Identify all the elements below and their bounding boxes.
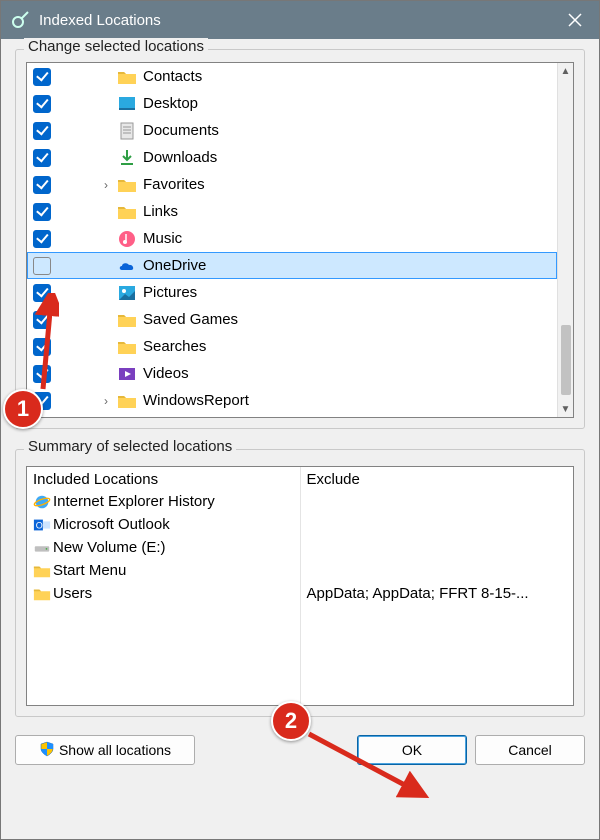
close-button[interactable] xyxy=(551,1,599,39)
included-header: Included Locations xyxy=(33,471,294,488)
tree-item[interactable]: › WindowsReport xyxy=(27,387,557,414)
locations-tree[interactable]: Contacts Desktop Documents Downloads › Favori… xyxy=(26,62,574,418)
included-location[interactable]: Users xyxy=(33,582,294,605)
item-label: Microsoft Outlook xyxy=(53,516,170,533)
tree-item-label: Contacts xyxy=(143,68,202,85)
item-label: Start Menu xyxy=(53,562,126,579)
tree-item-label: Searches xyxy=(143,338,206,355)
checkbox[interactable] xyxy=(33,68,51,86)
pictures-icon xyxy=(117,283,137,303)
show-all-locations-button[interactable]: Show all locations xyxy=(15,735,195,765)
window-title: Indexed Locations xyxy=(39,12,161,29)
music-icon xyxy=(117,229,137,249)
app-icon xyxy=(11,10,31,30)
indexed-locations-dialog: Indexed Locations Change selected locati… xyxy=(0,0,600,840)
folder-icon xyxy=(33,585,51,603)
exclude-header: Exclude xyxy=(307,471,568,488)
chevron-right-icon[interactable]: › xyxy=(99,178,113,192)
tree-item[interactable]: Links xyxy=(27,198,557,225)
tree-item[interactable]: Contacts xyxy=(27,63,557,90)
included-location[interactable]: O Microsoft Outlook xyxy=(33,513,294,536)
item-label: Internet Explorer History xyxy=(53,493,215,510)
scroll-up-icon[interactable]: ▲ xyxy=(558,63,573,79)
exclude-entry xyxy=(307,536,568,559)
annotation-step-2: 2 xyxy=(271,701,311,741)
group-label: Summary of selected locations xyxy=(24,438,236,455)
desktop-icon xyxy=(117,94,137,114)
outlook-icon: O xyxy=(33,516,51,534)
tree-item-label: WindowsReport xyxy=(143,392,249,409)
tree-item[interactable]: Pictures xyxy=(27,279,557,306)
button-label: Show all locations xyxy=(59,742,171,758)
item-label: New Volume (E:) xyxy=(53,539,166,556)
folder-icon xyxy=(117,175,137,195)
exclude-entry xyxy=(307,513,568,536)
tree-item[interactable]: Music xyxy=(27,225,557,252)
checkbox[interactable] xyxy=(33,203,51,221)
folder-icon xyxy=(117,391,137,411)
chevron-right-icon[interactable]: › xyxy=(99,394,113,408)
onedrive-icon xyxy=(117,256,137,276)
folder-icon xyxy=(117,310,137,330)
shield-icon xyxy=(39,741,55,760)
tree-item-label: Downloads xyxy=(143,149,217,166)
item-label: AppData; AppData; FFRT 8-15-... xyxy=(307,585,529,602)
videos-icon xyxy=(117,364,137,384)
tree-item-label: Favorites xyxy=(143,176,205,193)
tree-item[interactable]: Videos xyxy=(27,360,557,387)
summary-group: Summary of selected locations Included L… xyxy=(15,449,585,717)
checkbox[interactable] xyxy=(33,257,51,275)
svg-text:O: O xyxy=(36,520,43,530)
scroll-down-icon[interactable]: ▼ xyxy=(558,401,573,417)
checkbox[interactable] xyxy=(33,149,51,167)
tree-item-label: Saved Games xyxy=(143,311,238,328)
tree-item[interactable]: OneDrive xyxy=(27,252,557,279)
tree-item-label: Documents xyxy=(143,122,219,139)
button-label: Cancel xyxy=(508,742,552,758)
exclude-entry: AppData; AppData; FFRT 8-15-... xyxy=(307,582,568,605)
folder-icon xyxy=(117,67,137,87)
folder-icon xyxy=(117,337,137,357)
tree-item[interactable]: Documents xyxy=(27,117,557,144)
checkbox[interactable] xyxy=(33,176,51,194)
summary-list: Included Locations Internet Explorer His… xyxy=(26,466,574,706)
included-location[interactable]: Internet Explorer History xyxy=(33,490,294,513)
titlebar[interactable]: Indexed Locations xyxy=(1,1,599,39)
annotation-arrow-2 xyxy=(301,726,431,806)
tree-item-label: Videos xyxy=(143,365,189,382)
cancel-button[interactable]: Cancel xyxy=(475,735,585,765)
tree-item-label: Desktop xyxy=(143,95,198,112)
document-icon xyxy=(117,121,137,141)
tree-item[interactable]: › Favorites xyxy=(27,171,557,198)
tree-item-label: OneDrive xyxy=(143,257,206,274)
change-locations-group: Change selected locations ContactsDeskto… xyxy=(15,49,585,429)
exclude-entry xyxy=(307,559,568,582)
scrollbar[interactable]: ▲ ▼ xyxy=(557,63,573,417)
tree-item[interactable]: Downloads xyxy=(27,144,557,171)
folder-icon xyxy=(117,202,137,222)
tree-item[interactable]: Saved Games xyxy=(27,306,557,333)
annotation-step-1: 1 xyxy=(3,389,43,429)
included-location[interactable]: Start Menu xyxy=(33,559,294,582)
annotation-arrow-1 xyxy=(29,293,59,393)
tree-item-label: Pictures xyxy=(143,284,197,301)
exclude-entry xyxy=(307,490,568,513)
folder-icon xyxy=(33,562,51,580)
tree-item[interactable]: Desktop xyxy=(27,90,557,117)
drive-icon xyxy=(33,539,51,557)
group-label: Change selected locations xyxy=(24,38,208,55)
included-location[interactable]: New Volume (E:) xyxy=(33,536,294,559)
checkbox[interactable] xyxy=(33,230,51,248)
tree-item-label: Music xyxy=(143,230,182,247)
tree-item-label: Links xyxy=(143,203,178,220)
checkbox[interactable] xyxy=(33,95,51,113)
ie-icon xyxy=(33,493,51,511)
tree-item[interactable]: Searches xyxy=(27,333,557,360)
checkbox[interactable] xyxy=(33,122,51,140)
download-icon xyxy=(117,148,137,168)
scroll-thumb[interactable] xyxy=(561,325,571,395)
item-label: Users xyxy=(53,585,92,602)
